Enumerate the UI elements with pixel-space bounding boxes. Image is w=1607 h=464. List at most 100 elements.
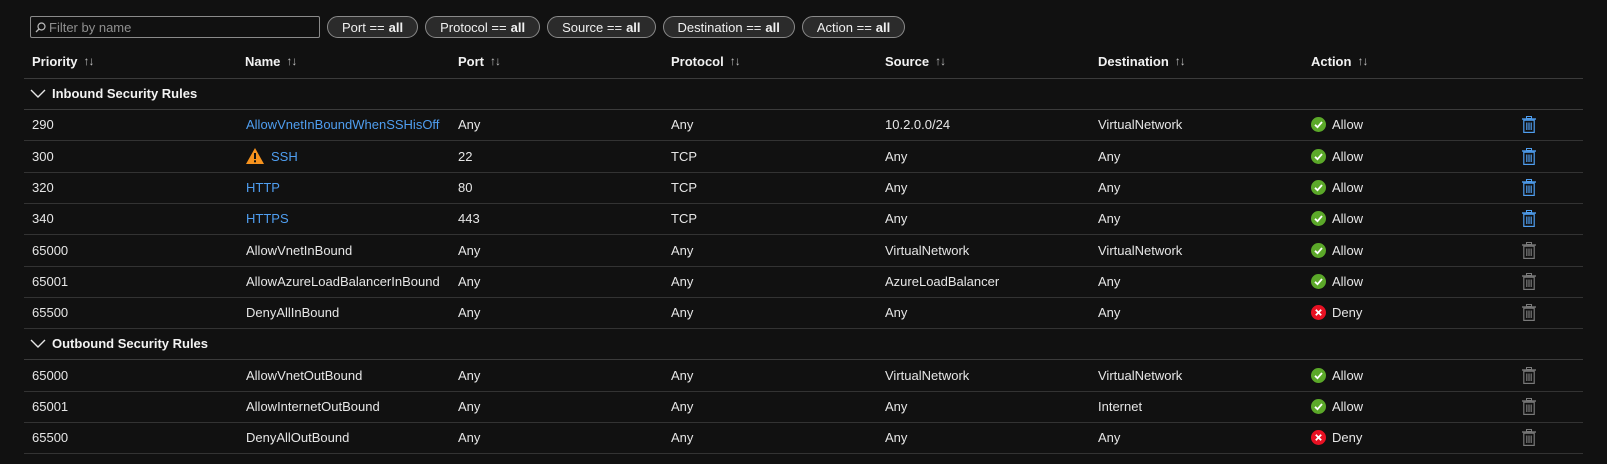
cell-priority: 65500 [32,430,69,446]
cell-priority: 65001 [32,399,69,414]
pill-label: Port == [342,19,385,35]
action-label: Allow [1332,242,1364,258]
rule-name[interactable]: HTTP [246,180,280,195]
trash-icon [1522,304,1536,322]
rule-name[interactable]: HTTPS [246,211,289,226]
sort-icon: ↑↓ [490,54,501,68]
cell-port: Any [458,273,481,289]
cell-action: Deny [1311,422,1362,453]
table-row[interactable]: 65500 DenyAllInBound Any Any Any Any Deny [24,297,1583,330]
cell-source: Any [885,211,908,227]
filter-pill-action[interactable]: Action == all [801,16,906,38]
filter-pill-port[interactable]: Port == all [327,16,419,38]
filter-pill-protocol[interactable]: Protocol == all [425,16,541,38]
cell-destination: Any [1098,273,1121,289]
pill-value: all [388,19,404,35]
cell-source: Any [885,179,908,195]
rule-name: AllowVnetInBound [246,242,353,258]
cell-action: Allow [1311,235,1363,266]
filter-pill-source[interactable]: Source == all [547,16,656,38]
cell-destination: Any [1098,430,1121,446]
table-row[interactable]: 65000 AllowVnetOutBound Any Any VirtualNetwo… [24,360,1583,392]
cell-port: 22 [458,148,473,164]
trash-icon[interactable] [1522,178,1536,196]
cell-destination: Internet [1098,399,1143,414]
group-header-outbound[interactable]: Outbound Security Rules [24,328,1583,361]
group-title: Inbound Security Rules [52,86,198,101]
pill-label: Source == [562,19,623,35]
cell-destination: Any [1098,179,1121,195]
filter-bar: Port == all Protocol == all Source == al… [30,14,906,40]
column-header-protocol[interactable]: Protocol ↑↓ [671,54,741,69]
x-circle-icon [1311,305,1326,321]
table-row[interactable]: 65001 AllowAzureLoadBalancerInBound Any Any… [24,266,1583,298]
pill-value: all [626,19,641,35]
cell-protocol: TCP [671,179,697,195]
action-label: Allow [1332,211,1364,227]
sort-icon: ↑↓ [286,54,297,68]
pill-value: all [510,19,526,35]
cell-action: Allow [1311,109,1363,140]
cell-action: Allow [1311,391,1363,422]
filter-by-name-input[interactable] [49,19,309,35]
cell-name: DenyAllOutBound [246,422,349,453]
sort-icon: ↑↓ [1357,54,1368,68]
check-circle-icon [1311,117,1326,133]
trash-icon [1522,398,1536,415]
table-row[interactable]: 320 HTTP 80 TCP Any Any Allow [24,172,1583,204]
cell-name: DenyAllInBound [246,297,339,328]
cell-port: Any [458,117,481,133]
filter-pill-destination[interactable]: Destination == all [662,16,795,38]
rule-name[interactable]: AllowVnetInBoundWhenSSHisOff [246,117,439,132]
table-row[interactable]: 340 HTTPS 443 TCP Any Any Allow [24,203,1583,236]
column-title: Name [245,53,281,69]
sort-icon: ↑↓ [1174,54,1186,68]
column-header-action[interactable]: Action ↑↓ [1311,53,1368,69]
column-header-source[interactable]: Source ↑↓ [885,54,946,69]
chevron-down-icon[interactable] [30,89,52,99]
action-label: Allow [1332,148,1364,164]
group-header-inbound[interactable]: Inbound Security Rules [24,78,1583,110]
table-row[interactable]: 290 AllowVnetInBoundWhenSSHisOff Any Any 10.… [24,109,1583,142]
cell-destination: VirtualNetwork [1098,117,1183,133]
table-row[interactable]: 65500 DenyAllOutBound Any Any Any Any Deny [24,422,1583,455]
rule-name: AllowInternetOutBound [246,399,380,414]
trash-icon[interactable] [1522,116,1536,134]
check-circle-icon [1311,179,1326,195]
cell-source: Any [885,305,908,321]
column-title: Action [1311,53,1352,69]
column-header-destination[interactable]: Destination ↑↓ [1098,54,1186,69]
cell-priority: 340 [32,211,54,227]
column-header-name[interactable]: Name ↑↓ [245,53,297,69]
cell-name[interactable]: HTTP [246,172,280,203]
cell-port: 443 [458,211,480,227]
check-circle-icon [1311,242,1326,258]
trash-icon [1522,241,1536,259]
cell-name[interactable]: HTTPS [246,203,289,234]
cell-port: Any [458,399,481,414]
search-field[interactable] [30,16,320,38]
cell-port: 80 [458,179,473,195]
rule-name: AllowAzureLoadBalancerInBound [246,273,440,289]
cell-name: AllowVnetOutBound [246,360,362,391]
table-row[interactable]: 65000 AllowVnetInBound Any Any VirtualNetwor… [24,235,1583,267]
trash-icon[interactable] [1522,147,1536,165]
cell-source: 10.2.0.0/24 [885,117,951,133]
cell-name[interactable]: SSH [246,141,298,172]
table-row[interactable]: 300 SSH 22 TCP Any Any Allow [24,141,1583,173]
table-row[interactable]: 65001 AllowInternetOutBound Any Any Any Inter… [24,391,1583,423]
rule-name: AllowVnetOutBound [246,367,363,383]
chevron-down-icon[interactable] [30,339,52,349]
column-header-priority[interactable]: Priority ↑↓ [32,54,95,69]
cell-protocol: Any [671,430,694,446]
cell-name[interactable]: AllowVnetInBoundWhenSSHisOff [246,109,439,140]
trash-icon [1522,366,1536,384]
action-label: Allow [1332,399,1364,414]
cell-name: AllowInternetOutBound [246,391,380,422]
action-label: Allow [1332,117,1364,133]
trash-icon[interactable] [1522,210,1536,228]
pill-label: Action == [816,19,872,35]
rule-name[interactable]: SSH [271,149,298,164]
column-header-port[interactable]: Port ↑↓ [458,54,501,69]
trash-icon [1522,272,1536,290]
